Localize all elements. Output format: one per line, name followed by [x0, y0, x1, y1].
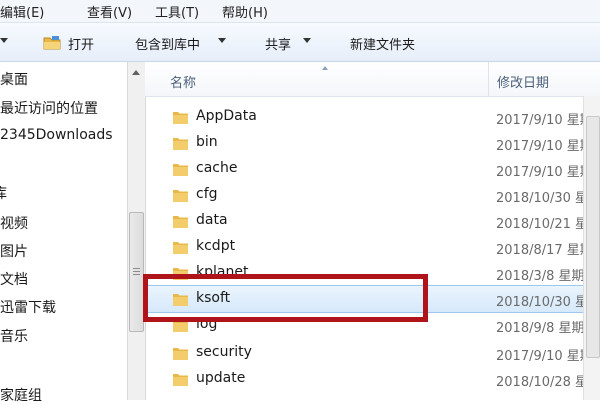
menu-tools[interactable]: 工具(T): [155, 2, 199, 21]
folder-icon: [173, 138, 188, 150]
file-list: AppData 2017/9/10 星期 bin 2017/9/10 星期 ca…: [145, 96, 600, 400]
file-row[interactable]: cfg 2018/10/30 星期: [145, 182, 600, 208]
open-folder-icon: [43, 36, 61, 50]
menu-edit[interactable]: 编辑(E): [0, 2, 44, 21]
scroll-up-arrow-icon[interactable]: [132, 70, 140, 75]
file-date: 2017/9/10 星期: [496, 165, 593, 180]
grip-line: [133, 271, 140, 272]
file-list-scrollbar[interactable]: [583, 96, 600, 400]
menu-bar: 编辑(E) 查看(V) 工具(T) 帮助(H): [0, 0, 600, 23]
nav-item-recent-places[interactable]: 最近访问的位置: [0, 98, 98, 118]
grip-line: [133, 268, 140, 269]
folder-icon: [173, 190, 188, 202]
nav-item-thunder-downloads[interactable]: 迅雷下载: [0, 297, 56, 317]
toolbar: 打开 包含到库中 共享 新建文件夹: [0, 23, 600, 62]
folder-icon: [173, 242, 188, 254]
folder-icon: [173, 374, 188, 386]
grip-line: [133, 274, 140, 275]
file-date: 2018/8/17 星期: [496, 243, 593, 258]
navigation-pane: 桌面 最近访问的位置 2345Downloads 库 视频 图片 文档 迅雷下载…: [0, 62, 127, 404]
file-date: 2017/9/10 星期: [496, 113, 593, 128]
navigation-scrollbar[interactable]: [127, 62, 146, 400]
organize-dropdown-arrow-icon[interactable]: [0, 38, 8, 43]
file-name: cfg: [196, 186, 218, 202]
scroll-thumb[interactable]: [129, 212, 144, 332]
file-row[interactable]: data 2018/10/21 星期: [145, 208, 600, 234]
include-library-dropdown-icon[interactable]: [218, 38, 226, 43]
column-header: 名称 修改日期: [145, 62, 600, 97]
file-row[interactable]: cache 2017/9/10 星期: [145, 156, 600, 182]
file-row[interactable]: update 2018/10/28 星期: [145, 366, 600, 392]
nav-item-libraries[interactable]: 库: [0, 183, 7, 203]
include-library-button[interactable]: 包含到库中: [135, 34, 200, 53]
file-row[interactable]: kcdpt 2018/8/17 星期: [145, 234, 600, 260]
file-date: 2017/9/10 星期: [496, 139, 593, 154]
file-name: update: [196, 370, 246, 386]
file-row[interactable]: bin 2017/9/10 星期: [145, 130, 600, 156]
new-folder-button[interactable]: 新建文件夹: [350, 34, 415, 53]
menu-view[interactable]: 查看(V): [87, 2, 132, 21]
file-row[interactable]: AppData 2017/9/10 星期: [145, 104, 600, 130]
file-name: security: [196, 344, 252, 360]
folder-icon: [173, 164, 188, 176]
file-name: data: [196, 212, 228, 228]
share-dropdown-icon[interactable]: [303, 38, 311, 43]
file-name: bin: [196, 134, 218, 150]
menu-help[interactable]: 帮助(H): [222, 2, 268, 21]
file-date: 2017/9/10 星期: [496, 349, 593, 364]
file-name: kcdpt: [196, 238, 236, 254]
file-row[interactable]: security 2017/9/10 星期: [145, 340, 600, 366]
file-name: AppData: [196, 108, 257, 124]
folder-icon: [173, 112, 188, 124]
nav-item-music[interactable]: 音乐: [0, 326, 28, 346]
nav-item-2345downloads[interactable]: 2345Downloads: [0, 127, 113, 143]
column-divider[interactable]: [488, 62, 489, 96]
column-date-header[interactable]: 修改日期: [497, 72, 549, 91]
file-date: 2018/9/8 星期: [496, 321, 585, 336]
folder-icon: [173, 216, 188, 228]
red-highlight-box: [143, 274, 428, 322]
nav-item-videos[interactable]: 视频: [0, 213, 28, 233]
file-date: 2018/3/8 星期: [496, 269, 585, 284]
nav-item-documents[interactable]: 文档: [0, 269, 28, 289]
nav-item-pictures[interactable]: 图片: [0, 241, 28, 261]
nav-item-homegroup[interactable]: 家庭组: [0, 385, 42, 405]
nav-item-desktop[interactable]: 桌面: [0, 69, 28, 89]
folder-icon: [173, 348, 188, 360]
open-button[interactable]: 打开: [68, 34, 94, 53]
sort-ascending-icon: [322, 66, 328, 70]
column-name-header[interactable]: 名称: [170, 72, 196, 91]
file-list-scroll-thumb[interactable]: [586, 116, 600, 358]
file-name: cache: [196, 160, 238, 176]
share-button[interactable]: 共享: [265, 34, 291, 53]
